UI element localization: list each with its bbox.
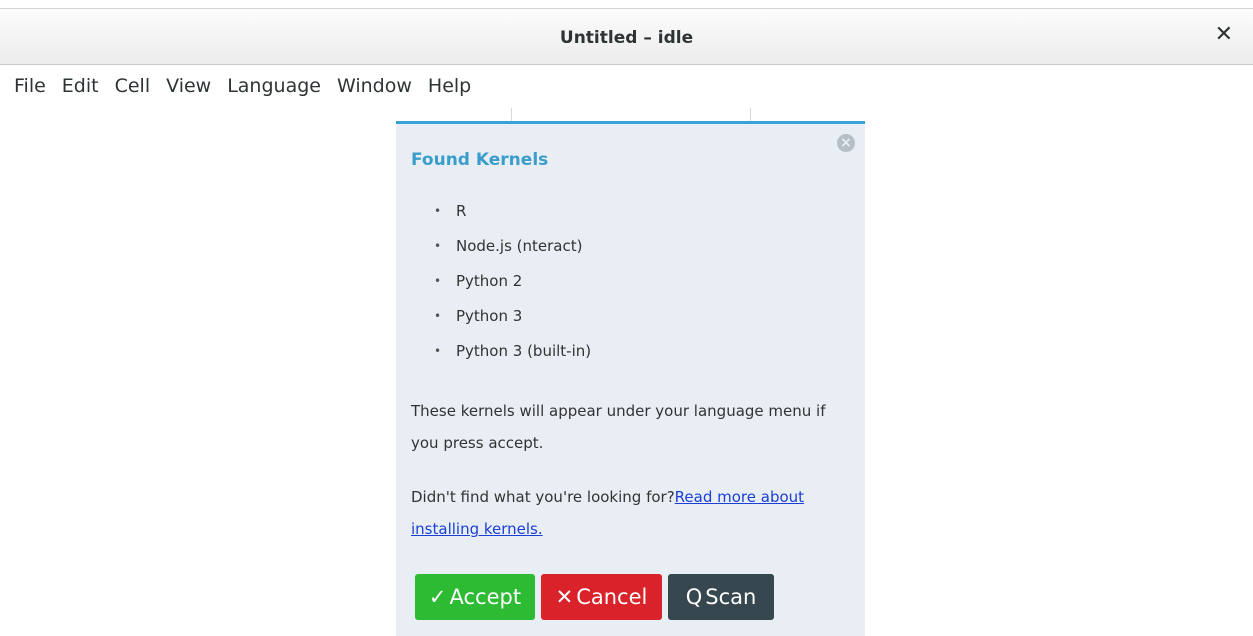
search-icon: Q (685, 585, 703, 609)
kernel-name: Python 3 (456, 307, 523, 325)
editor-area[interactable] (511, 108, 751, 122)
bullet-icon: • (434, 344, 442, 358)
list-item: • Python 2 (434, 270, 591, 305)
title-bar-strip (0, 0, 1253, 9)
dialog-title: Found Kernels (411, 150, 549, 170)
menu-cell[interactable]: Cell (107, 71, 159, 101)
title-bar[interactable]: Untitled – idle ✕ (0, 0, 1253, 65)
help-paragraph: Didn't find what you're looking for?Read… (411, 481, 841, 545)
accept-label: Accept (449, 585, 522, 609)
kernel-list: • R • Node.js (nteract) • Python 2 • Python … (434, 200, 591, 375)
app-window: Untitled – idle ✕ File Edit Cell View La… (0, 0, 1253, 636)
bullet-icon: • (434, 309, 442, 323)
cancel-button[interactable]: ✕ Cancel (541, 574, 662, 620)
dialog-buttons: ✓ Accept ✕ Cancel Q Scan (415, 574, 774, 620)
list-item: • Node.js (nteract) (434, 235, 591, 270)
list-item: • R (434, 200, 591, 235)
bullet-icon: • (434, 274, 442, 288)
window-title: Untitled – idle (559, 28, 694, 48)
bullet-icon: • (434, 239, 442, 253)
kernel-name: R (456, 202, 467, 220)
scan-label: Scan (705, 585, 757, 609)
window-close-icon[interactable]: ✕ (1215, 24, 1233, 46)
info-text: These kernels will appear under your lan… (411, 402, 826, 452)
menu-file[interactable]: File (6, 71, 54, 101)
menu-bar: File Edit Cell View Language Window Help (0, 65, 1253, 107)
menu-help[interactable]: Help (420, 71, 479, 101)
help-text: Didn't find what you're looking for? (411, 488, 675, 506)
accept-button[interactable]: ✓ Accept (415, 574, 535, 620)
x-icon: ✕ (555, 585, 574, 609)
check-icon: ✓ (428, 585, 447, 609)
dialog-close-icon[interactable]: × (837, 134, 855, 152)
bullet-icon: • (434, 204, 442, 218)
cancel-label: Cancel (576, 585, 648, 609)
found-kernels-dialog: × Found Kernels • R • Node.js (nteract) • P… (396, 121, 865, 636)
menu-language[interactable]: Language (219, 71, 329, 101)
menu-window[interactable]: Window (329, 71, 420, 101)
menu-view[interactable]: View (158, 71, 219, 101)
kernel-name: Python 3 (built-in) (456, 342, 592, 360)
menu-edit[interactable]: Edit (54, 71, 107, 101)
list-item: • Python 3 (built-in) (434, 340, 591, 375)
scan-button[interactable]: Q Scan (668, 574, 774, 620)
list-item: • Python 3 (434, 305, 591, 340)
kernel-name: Node.js (nteract) (456, 237, 583, 255)
kernel-name: Python 2 (456, 272, 523, 290)
